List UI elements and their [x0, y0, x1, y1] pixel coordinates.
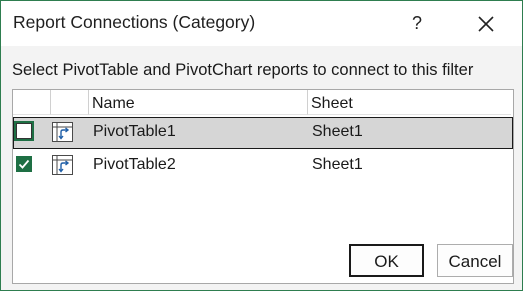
- row-sheet: Sheet1: [312, 156, 363, 173]
- ok-button[interactable]: OK: [349, 244, 424, 277]
- checkmark-icon: [18, 159, 30, 169]
- row-sheet: Sheet1: [312, 123, 363, 140]
- title-bar: Report Connections (Category) ?: [1, 1, 522, 46]
- help-button[interactable]: ?: [405, 11, 429, 35]
- column-header-icon[interactable]: [51, 90, 89, 115]
- instruction-text: Select PivotTable and PivotChart reports…: [12, 61, 474, 79]
- list-header: Name Sheet: [13, 90, 513, 117]
- row-checkbox-pivottable2[interactable]: [16, 156, 32, 172]
- dialog-body: Select PivotTable and PivotChart reports…: [1, 46, 522, 290]
- cancel-button[interactable]: Cancel: [437, 244, 513, 277]
- pivottable-icon: [52, 155, 73, 175]
- close-icon: [478, 16, 494, 32]
- list-row-pivottable1[interactable]: PivotTable1 Sheet1: [13, 117, 513, 149]
- list-row-pivottable2[interactable]: PivotTable2 Sheet1: [13, 150, 513, 182]
- column-header-check[interactable]: [13, 90, 51, 115]
- dialog-title: Report Connections (Category): [13, 12, 256, 32]
- column-header-name[interactable]: Name: [89, 90, 308, 115]
- pivottable-icon: [52, 122, 73, 142]
- row-name: PivotTable1: [93, 123, 176, 140]
- row-checkbox-pivottable1[interactable]: [16, 123, 32, 139]
- column-header-sheet[interactable]: Sheet: [308, 90, 511, 115]
- close-button[interactable]: [471, 9, 501, 39]
- row-name: PivotTable2: [93, 156, 176, 173]
- report-connections-dialog: Report Connections (Category) ? Select P…: [0, 0, 523, 291]
